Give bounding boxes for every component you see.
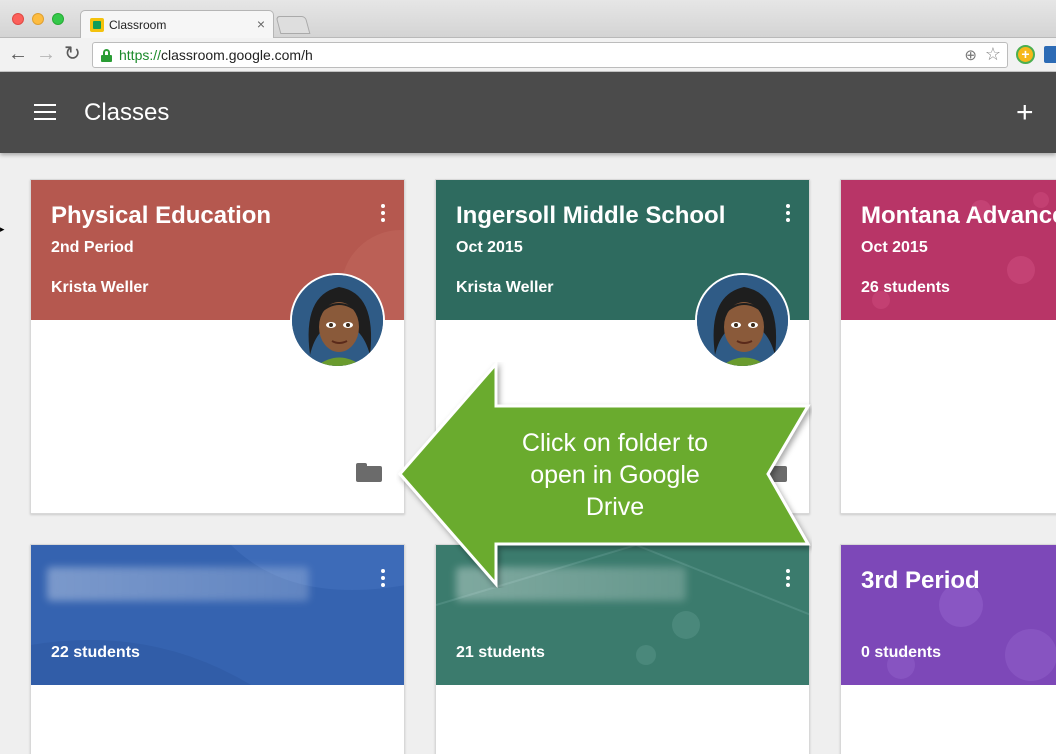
- url-scheme: https://: [119, 47, 162, 63]
- teacher-avatar: [695, 273, 790, 368]
- browser-titlebar: Classroom ×: [0, 0, 1056, 39]
- more-vert-icon[interactable]: [380, 569, 386, 591]
- class-title[interactable]: Montana Advance: [861, 202, 1056, 230]
- tab-close-icon[interactable]: ×: [257, 16, 265, 32]
- forward-arrow-icon[interactable]: →: [36, 43, 56, 65]
- page-title: Classes: [84, 99, 170, 126]
- extension-plus-icon[interactable]: +: [1016, 45, 1035, 64]
- class-card-header: Montana Advance Oct 2015 26 students: [841, 180, 1056, 320]
- classroom-favicon-icon: [90, 18, 104, 32]
- maximize-window-button[interactable]: [52, 13, 64, 25]
- class-card-montana[interactable]: Montana Advance Oct 2015 26 students: [840, 179, 1056, 514]
- url-text[interactable]: https://classroom.google.com/h: [119, 47, 313, 63]
- mouse-cursor-icon: ▸: [0, 224, 5, 234]
- hamburger-menu-icon[interactable]: [34, 104, 56, 120]
- class-card-header: 3rd Period 0 students: [841, 545, 1056, 685]
- tab-title: Classroom: [109, 18, 167, 32]
- class-section: 2nd Period: [51, 239, 134, 256]
- class-student-count[interactable]: 21 students: [456, 644, 545, 662]
- close-window-button[interactable]: [12, 13, 24, 25]
- class-title[interactable]: Physical Education: [51, 202, 271, 230]
- new-tab-button[interactable]: [275, 16, 311, 34]
- class-card-header: 22 students: [31, 545, 404, 685]
- add-class-icon[interactable]: +: [1016, 98, 1034, 128]
- minimize-window-button[interactable]: [32, 13, 44, 25]
- classroom-app-bar: Classes +: [0, 72, 1056, 153]
- callout-text: Click on folder to open in Google Drive: [521, 429, 709, 521]
- url-host: classroom.google.com/h: [161, 47, 313, 63]
- browser-tab[interactable]: Classroom ×: [80, 10, 274, 39]
- class-card-physical-education[interactable]: Physical Education 2nd Period Krista Wel…: [30, 179, 405, 514]
- class-section: Oct 2015: [456, 239, 523, 256]
- class-student-count[interactable]: 22 students: [51, 644, 140, 662]
- reload-icon[interactable]: ↻: [64, 43, 81, 65]
- zoom-icon[interactable]: ⊕: [964, 46, 977, 64]
- extension-icon[interactable]: [1044, 46, 1056, 63]
- more-vert-icon[interactable]: [380, 204, 386, 226]
- class-title[interactable]: Ingersoll Middle School: [456, 202, 725, 230]
- drive-folder-icon[interactable]: [356, 463, 382, 482]
- browser-toolbar: ← → ↻ https://classroom.google.com/h ⊕ ☆…: [0, 38, 1056, 72]
- more-vert-icon[interactable]: [785, 204, 791, 226]
- teacher-avatar: [290, 273, 385, 368]
- class-student-count[interactable]: 0 students: [861, 644, 941, 662]
- back-arrow-icon[interactable]: ←: [8, 43, 28, 65]
- address-bar[interactable]: https://classroom.google.com/h ⊕ ☆: [92, 42, 1008, 68]
- class-teacher[interactable]: Krista Weller: [456, 279, 554, 297]
- class-student-count[interactable]: 26 students: [861, 279, 950, 297]
- class-card-blue[interactable]: 22 students: [30, 544, 405, 754]
- class-card-3rd-period[interactable]: 3rd Period 0 students: [840, 544, 1056, 754]
- bookmark-star-icon[interactable]: ☆: [985, 44, 1001, 65]
- class-title[interactable]: 3rd Period: [861, 567, 980, 595]
- lock-icon: [101, 49, 112, 62]
- blurred-class-title: [47, 567, 309, 601]
- header-texture: [31, 545, 404, 685]
- class-teacher[interactable]: Krista Weller: [51, 279, 149, 297]
- header-texture: [887, 583, 1056, 681]
- class-section: Oct 2015: [861, 239, 928, 256]
